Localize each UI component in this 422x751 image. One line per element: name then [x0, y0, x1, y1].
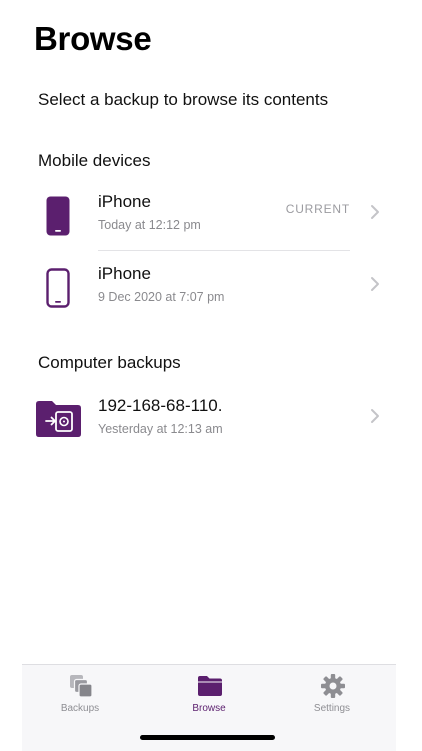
iphone-outline-icon [46, 268, 70, 308]
backup-row-computer[interactable]: 192-168-68-110. Yesterday at 12:13 am [22, 386, 396, 456]
chevron-right-icon [371, 205, 379, 219]
tab-label: Backups [60, 703, 100, 714]
tab-label: Browse [192, 703, 226, 714]
browse-screen: Browse Select a backup to browse its con… [0, 0, 422, 751]
backup-computer-name: 192-168-68-110. [98, 396, 223, 415]
chevron-right-icon [371, 277, 379, 291]
backup-row-iphone-current[interactable]: iPhone Today at 12:12 pm CURRENT [22, 182, 396, 252]
current-badge: CURRENT [285, 202, 350, 216]
computer-backup-folder-icon [36, 401, 81, 437]
gear-icon [321, 674, 345, 698]
chevron-right-icon [371, 409, 379, 423]
backup-device-name: iPhone [98, 264, 151, 283]
page-title: Browse [34, 20, 152, 57]
tab-settings[interactable]: Settings [277, 665, 387, 725]
home-indicator [140, 735, 275, 740]
backup-row-iphone-previous[interactable]: iPhone 9 Dec 2020 at 7:07 pm [22, 254, 396, 324]
section-header-mobile-devices: Mobile devices [38, 151, 151, 170]
backups-icon [70, 675, 93, 698]
tab-label: Settings [313, 703, 351, 714]
backup-device-name: iPhone [98, 192, 151, 211]
backup-date: Today at 12:12 pm [98, 218, 201, 232]
page-subtitle: Select a backup to browse its contents [38, 90, 329, 109]
section-header-computer-backups: Computer backups [38, 353, 181, 372]
backup-date: 9 Dec 2020 at 7:07 pm [98, 290, 225, 304]
tab-browse[interactable]: Browse [154, 665, 264, 725]
folder-icon [198, 676, 222, 696]
backup-date: Yesterday at 12:13 am [98, 422, 223, 436]
iphone-filled-icon [46, 196, 70, 236]
row-divider [98, 250, 350, 251]
tab-backups[interactable]: Backups [25, 665, 135, 725]
